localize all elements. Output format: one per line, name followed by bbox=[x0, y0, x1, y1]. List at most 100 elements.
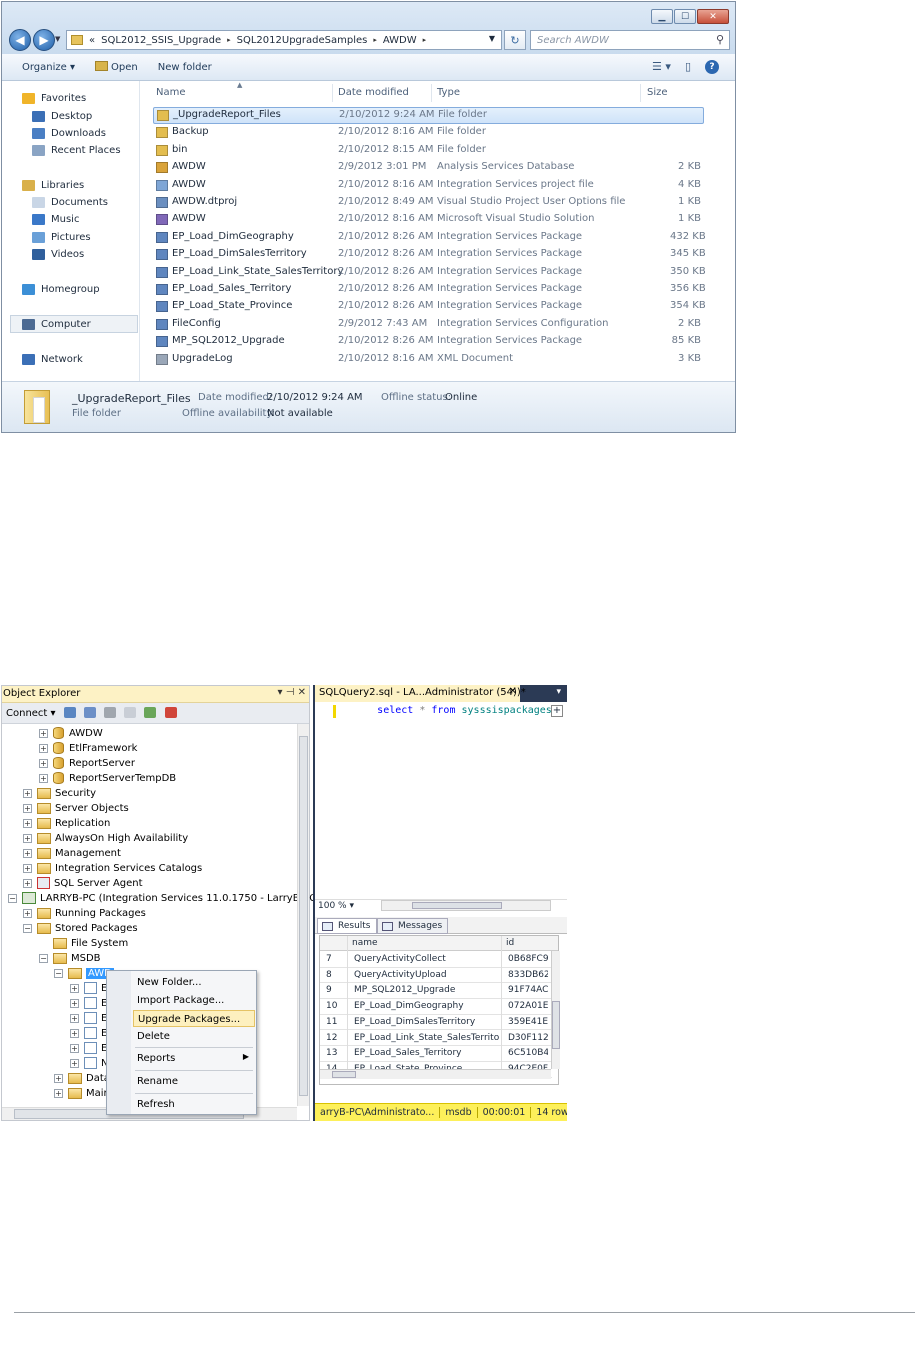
open-button[interactable]: Open bbox=[95, 61, 138, 73]
expand-icon[interactable]: + bbox=[70, 1043, 79, 1053]
back-button[interactable]: ◀ bbox=[9, 29, 31, 51]
breadcrumb-arrow-icon[interactable]: ▸ bbox=[423, 36, 427, 44]
grid-header-name[interactable]: name bbox=[352, 938, 378, 948]
tree-node[interactable]: + Mair bbox=[54, 1086, 108, 1100]
file-row[interactable]: EP_Load_Sales_Territory 2/10/2012 8:26 AM… bbox=[150, 281, 710, 298]
file-row[interactable]: Backup 2/10/2012 8:16 AM File folder bbox=[150, 124, 710, 141]
minimize-button[interactable]: ▁ bbox=[651, 9, 673, 24]
menu-item-refresh[interactable]: Refresh bbox=[133, 1096, 255, 1113]
file-row[interactable]: EP_Load_DimSalesTerritory 2/10/2012 8:26 … bbox=[150, 246, 710, 263]
expand-icon[interactable]: + bbox=[23, 833, 32, 843]
grid-row[interactable]: 11 EP_Load_DimSalesTerritory 359E41E bbox=[320, 1015, 552, 1031]
split-editor-button[interactable]: + bbox=[551, 705, 563, 717]
recent-pages-dropdown[interactable]: ▼ bbox=[55, 35, 60, 43]
tree-node[interactable]: + AlwaysOn High Availability bbox=[23, 831, 188, 845]
pane-pin-close-buttons[interactable]: ▾ ⊣ ✕ bbox=[278, 687, 306, 698]
address-bar[interactable]: « SQL2012_SSIS_Upgrade ▸ SQL2012UpgradeS… bbox=[66, 30, 502, 50]
breadcrumb-segment[interactable]: AWDW bbox=[383, 35, 417, 46]
file-row[interactable]: EP_Load_DimGeography 2/10/2012 8:26 AM Int… bbox=[150, 229, 710, 246]
tree-node[interactable]: + ReportServer bbox=[39, 756, 135, 770]
editor-horizontal-scrollbar[interactable] bbox=[381, 900, 551, 911]
column-divider[interactable] bbox=[332, 84, 333, 102]
vertical-scrollbar[interactable] bbox=[297, 724, 309, 1106]
file-row[interactable]: EP_Load_State_Province 2/10/2012 8:26 AM I… bbox=[150, 298, 710, 315]
collapse-icon[interactable]: − bbox=[54, 968, 63, 978]
nav-item[interactable]: Music bbox=[32, 212, 79, 226]
tree-node[interactable]: + N bbox=[70, 1056, 108, 1070]
scrollbar-thumb[interactable] bbox=[412, 902, 502, 909]
tree-node[interactable]: + Management bbox=[23, 846, 121, 860]
nav-item[interactable]: Downloads bbox=[32, 126, 106, 140]
expand-icon[interactable]: + bbox=[39, 743, 48, 753]
tree-node[interactable]: − LARRYB-PC (Integration Services 11.0.17… bbox=[8, 891, 337, 905]
refresh-icon[interactable] bbox=[144, 707, 157, 718]
connect-server-icon[interactable] bbox=[63, 707, 76, 718]
file-row[interactable]: _UpgradeReport_Files 2/10/2012 9:24 AM Fil… bbox=[153, 107, 704, 124]
grid-row[interactable]: 9 MP_SQL2012_Upgrade 91F74AC bbox=[320, 983, 552, 1000]
nav-item[interactable]: Network bbox=[22, 352, 83, 366]
results-tab[interactable]: Results bbox=[317, 918, 377, 934]
expand-icon[interactable]: + bbox=[70, 998, 79, 1008]
grid-row[interactable]: 12 EP_Load_Link_State_SalesTerritory D30F1… bbox=[320, 1031, 552, 1047]
grid-vertical-scrollbar[interactable] bbox=[551, 951, 560, 1069]
menu-item-rename[interactable]: Rename bbox=[133, 1073, 255, 1090]
nav-item[interactable]: Computer bbox=[22, 317, 91, 331]
nav-item[interactable]: Desktop bbox=[32, 109, 92, 123]
menu-item-import-package[interactable]: Import Package... bbox=[133, 992, 255, 1009]
column-divider[interactable] bbox=[431, 84, 432, 102]
grid-row[interactable]: 10 EP_Load_DimGeography 072A01E bbox=[320, 999, 552, 1015]
grid-header-id[interactable]: id bbox=[506, 938, 514, 948]
nav-item[interactable]: Recent Places bbox=[32, 143, 121, 157]
expand-icon[interactable]: + bbox=[70, 1028, 79, 1038]
expand-icon[interactable]: + bbox=[54, 1073, 63, 1083]
file-row[interactable]: MP_SQL2012_Upgrade 2/10/2012 8:26 AM Integ… bbox=[150, 333, 710, 350]
column-divider[interactable] bbox=[640, 84, 641, 102]
file-row[interactable]: AWDW 2/10/2012 8:16 AM Microsoft Visual St… bbox=[150, 211, 710, 228]
breadcrumb-arrow-icon[interactable]: ▸ bbox=[373, 36, 377, 44]
file-row[interactable]: UpgradeLog 2/10/2012 8:16 AM XML Document 3… bbox=[150, 351, 710, 368]
tree-node[interactable]: + AWDW bbox=[39, 726, 103, 740]
scrollbar-thumb[interactable] bbox=[332, 1071, 356, 1078]
tree-node[interactable]: + Replication bbox=[23, 816, 110, 830]
query-tab[interactable]: SQLQuery2.sql - LA...Administrator (54))… bbox=[315, 685, 526, 702]
tree-node[interactable]: + E bbox=[70, 996, 107, 1010]
tree-node[interactable]: + E bbox=[70, 1041, 107, 1055]
tree-node[interactable]: + SQL Server Agent bbox=[23, 876, 143, 890]
connect-button[interactable]: Connect ▾ bbox=[6, 708, 56, 719]
nav-item[interactable]: Favorites bbox=[22, 91, 86, 105]
organize-button[interactable]: Organize ▾ bbox=[22, 62, 75, 73]
expand-icon[interactable]: + bbox=[23, 788, 32, 798]
expand-icon[interactable]: + bbox=[23, 818, 32, 828]
tree-node[interactable]: + Running Packages bbox=[23, 906, 146, 920]
collapse-icon[interactable]: − bbox=[39, 953, 48, 963]
filter-icon[interactable] bbox=[124, 707, 137, 718]
grid-row[interactable]: 8 QueryActivityUpload 833DB62 bbox=[320, 968, 552, 984]
tab-menu-button[interactable]: ▾ bbox=[556, 687, 561, 697]
column-header-date[interactable]: Date modified bbox=[338, 87, 409, 98]
grid-row[interactable]: 7 QueryActivityCollect 0B68FC9 bbox=[320, 952, 552, 968]
nav-item[interactable]: Pictures bbox=[32, 230, 91, 244]
grid-horizontal-scrollbar[interactable] bbox=[320, 1069, 551, 1079]
breadcrumb-segment[interactable]: SQL2012UpgradeSamples bbox=[237, 35, 368, 46]
nav-item[interactable]: Documents bbox=[32, 195, 108, 209]
tree-node[interactable]: + E bbox=[70, 981, 107, 995]
tree-node[interactable]: + E bbox=[70, 1026, 107, 1040]
breadcrumb-segment[interactable]: SQL2012_SSIS_Upgrade bbox=[101, 35, 221, 46]
editor-vertical-scrollbar[interactable] bbox=[551, 719, 563, 893]
preview-pane-button[interactable]: ▯ bbox=[685, 60, 691, 74]
zoom-level[interactable]: 100 % bbox=[318, 901, 347, 911]
tree-node[interactable]: + EtlFramework bbox=[39, 741, 137, 755]
file-row[interactable]: EP_Load_Link_State_SalesTerritory 2/10/20… bbox=[150, 264, 710, 281]
search-icon[interactable]: ⚲ bbox=[716, 33, 724, 46]
tree-node[interactable]: + Server Objects bbox=[23, 801, 129, 815]
expand-icon[interactable]: + bbox=[39, 773, 48, 783]
column-header-name[interactable]: Name bbox=[156, 87, 186, 98]
expand-icon[interactable]: + bbox=[23, 878, 32, 888]
collapse-icon[interactable]: − bbox=[23, 923, 32, 933]
menu-item-delete[interactable]: Delete bbox=[133, 1028, 255, 1045]
menu-item-new-folder[interactable]: New Folder... bbox=[133, 974, 255, 991]
expand-icon[interactable]: + bbox=[39, 728, 48, 738]
close-tab-icon[interactable]: ✕ bbox=[509, 686, 517, 697]
tree-node[interactable]: File System bbox=[39, 936, 128, 950]
refresh-button[interactable]: ↻ bbox=[504, 30, 526, 50]
